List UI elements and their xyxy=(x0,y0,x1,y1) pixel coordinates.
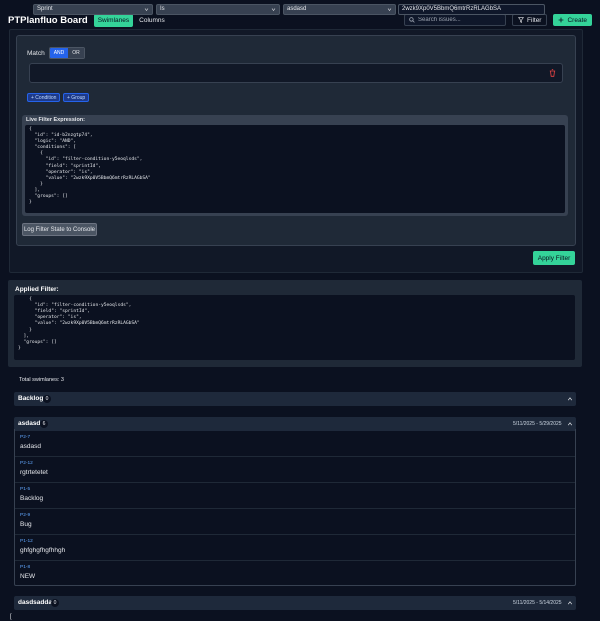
issue-title: Bug xyxy=(20,521,32,528)
value-select[interactable]: asdasd xyxy=(283,4,396,15)
add-group-button[interactable]: + Group xyxy=(63,93,90,102)
swimlane-count: 6 xyxy=(40,420,48,428)
field-select-value: Sprint xyxy=(37,6,53,12)
field-select[interactable]: Sprint xyxy=(33,4,153,15)
operator-select-value: Is xyxy=(160,6,165,12)
issue-title: NEW xyxy=(20,573,36,580)
apply-filter-button[interactable]: Apply Filter xyxy=(533,251,575,265)
issue-key[interactable]: P1-5 xyxy=(20,487,30,492)
chevron-down-icon xyxy=(271,8,276,11)
swimlane-name: Backlog xyxy=(18,395,44,402)
swimlane-dates: 5/11/2025 - 5/14/2025 xyxy=(513,600,562,606)
issue-key[interactable]: P1-12 xyxy=(20,539,33,544)
condition-row xyxy=(29,63,563,83)
issue-card[interactable]: P2-9 Bug xyxy=(15,509,575,535)
log-filter-button[interactable]: Log Filter State to Console xyxy=(22,223,97,236)
issue-key[interactable]: P2-12 xyxy=(20,461,33,466)
tab-columns[interactable]: Columns xyxy=(135,14,169,27)
add-condition-button[interactable]: + Condition xyxy=(27,93,61,102)
trash-icon[interactable] xyxy=(549,69,556,77)
issue-key[interactable]: P1-8 xyxy=(20,565,30,570)
board-title: PTPlanfluo Board xyxy=(8,14,88,26)
chevron-down-icon xyxy=(144,8,149,11)
live-expression-code: { "id": "id-b2nzgtp74", "logic": "AND", … xyxy=(25,125,565,213)
filter-button[interactable]: Filter xyxy=(512,14,548,26)
value-input[interactable]: 2wzk9Xp0V5BbmQ6mtrRzRLAGbSA xyxy=(398,4,545,15)
chevron-up-icon[interactable] xyxy=(567,421,573,427)
issue-card[interactable]: P1-5 Backlog xyxy=(15,483,575,509)
swimlane-header-dasdsadda[interactable]: dasdsadda 0 5/11/2025 - 5/14/2025 xyxy=(14,596,576,610)
applied-filter-title: Applied Filter: xyxy=(15,286,59,293)
swimlane-name: asdasd xyxy=(18,420,41,427)
applied-filter-code: "conditions": [ { "id": "filter-conditio… xyxy=(14,295,575,360)
logic-and-button[interactable]: AND xyxy=(49,48,69,58)
swimlane-count: 0 xyxy=(51,599,59,607)
tab-swimlanes[interactable]: Swimlanes xyxy=(93,13,134,27)
swimlane-count: 0 xyxy=(43,395,51,403)
issue-card[interactable]: P2-12 rgtrtetetet xyxy=(15,457,575,483)
match-label: Match xyxy=(27,49,45,57)
search-box[interactable] xyxy=(404,14,507,26)
search-input[interactable] xyxy=(418,15,504,25)
create-button-label: Create xyxy=(567,16,587,24)
logic-or-button[interactable]: OR xyxy=(68,48,84,58)
issue-title: ghfghgfhgfhhgh xyxy=(20,547,66,554)
chevron-up-icon[interactable] xyxy=(567,600,573,606)
chevron-up-icon[interactable] xyxy=(567,396,573,402)
issue-key[interactable]: P2-7 xyxy=(20,435,30,440)
total-swimlanes: Total swimlanes: 3 xyxy=(19,377,64,383)
issue-card[interactable]: P2-7 asdasd xyxy=(15,431,575,457)
swimlane-name: dasdsadda xyxy=(18,599,52,606)
live-expression-json: { "id": "id-b2nzgtp74", "logic": "AND", … xyxy=(29,127,151,206)
swimlane-header-backlog[interactable]: Backlog 0 xyxy=(14,392,576,406)
applied-filter-json: "conditions": [ { "id": "filter-conditio… xyxy=(18,295,140,351)
live-expression-title: Live Filter Expression: xyxy=(26,117,85,123)
value-select-value: asdasd xyxy=(287,6,307,12)
chevron-down-icon xyxy=(387,8,392,11)
operator-select[interactable]: Is xyxy=(156,4,280,15)
filter-icon xyxy=(518,17,525,23)
issue-title: Backlog xyxy=(20,495,44,502)
match-row: Match AND OR xyxy=(27,47,85,59)
issue-title: rgtrtetetet xyxy=(20,469,48,476)
issue-title: asdasd xyxy=(20,443,41,450)
logic-toggle: AND OR xyxy=(48,47,85,59)
issue-card[interactable]: P1-8 NEW xyxy=(15,561,575,587)
filter-button-label: Filter xyxy=(527,16,542,24)
issue-key[interactable]: P2-9 xyxy=(20,513,30,518)
swimlane-dates: 5/11/2025 - 5/29/2025 xyxy=(513,421,562,427)
search-icon xyxy=(409,17,415,23)
create-button[interactable]: Create xyxy=(553,14,592,26)
plus-icon xyxy=(559,17,564,23)
issue-card[interactable]: P1-12 ghfghgfhgfhhgh xyxy=(15,535,575,561)
footer-fragment: [ xyxy=(10,614,12,620)
